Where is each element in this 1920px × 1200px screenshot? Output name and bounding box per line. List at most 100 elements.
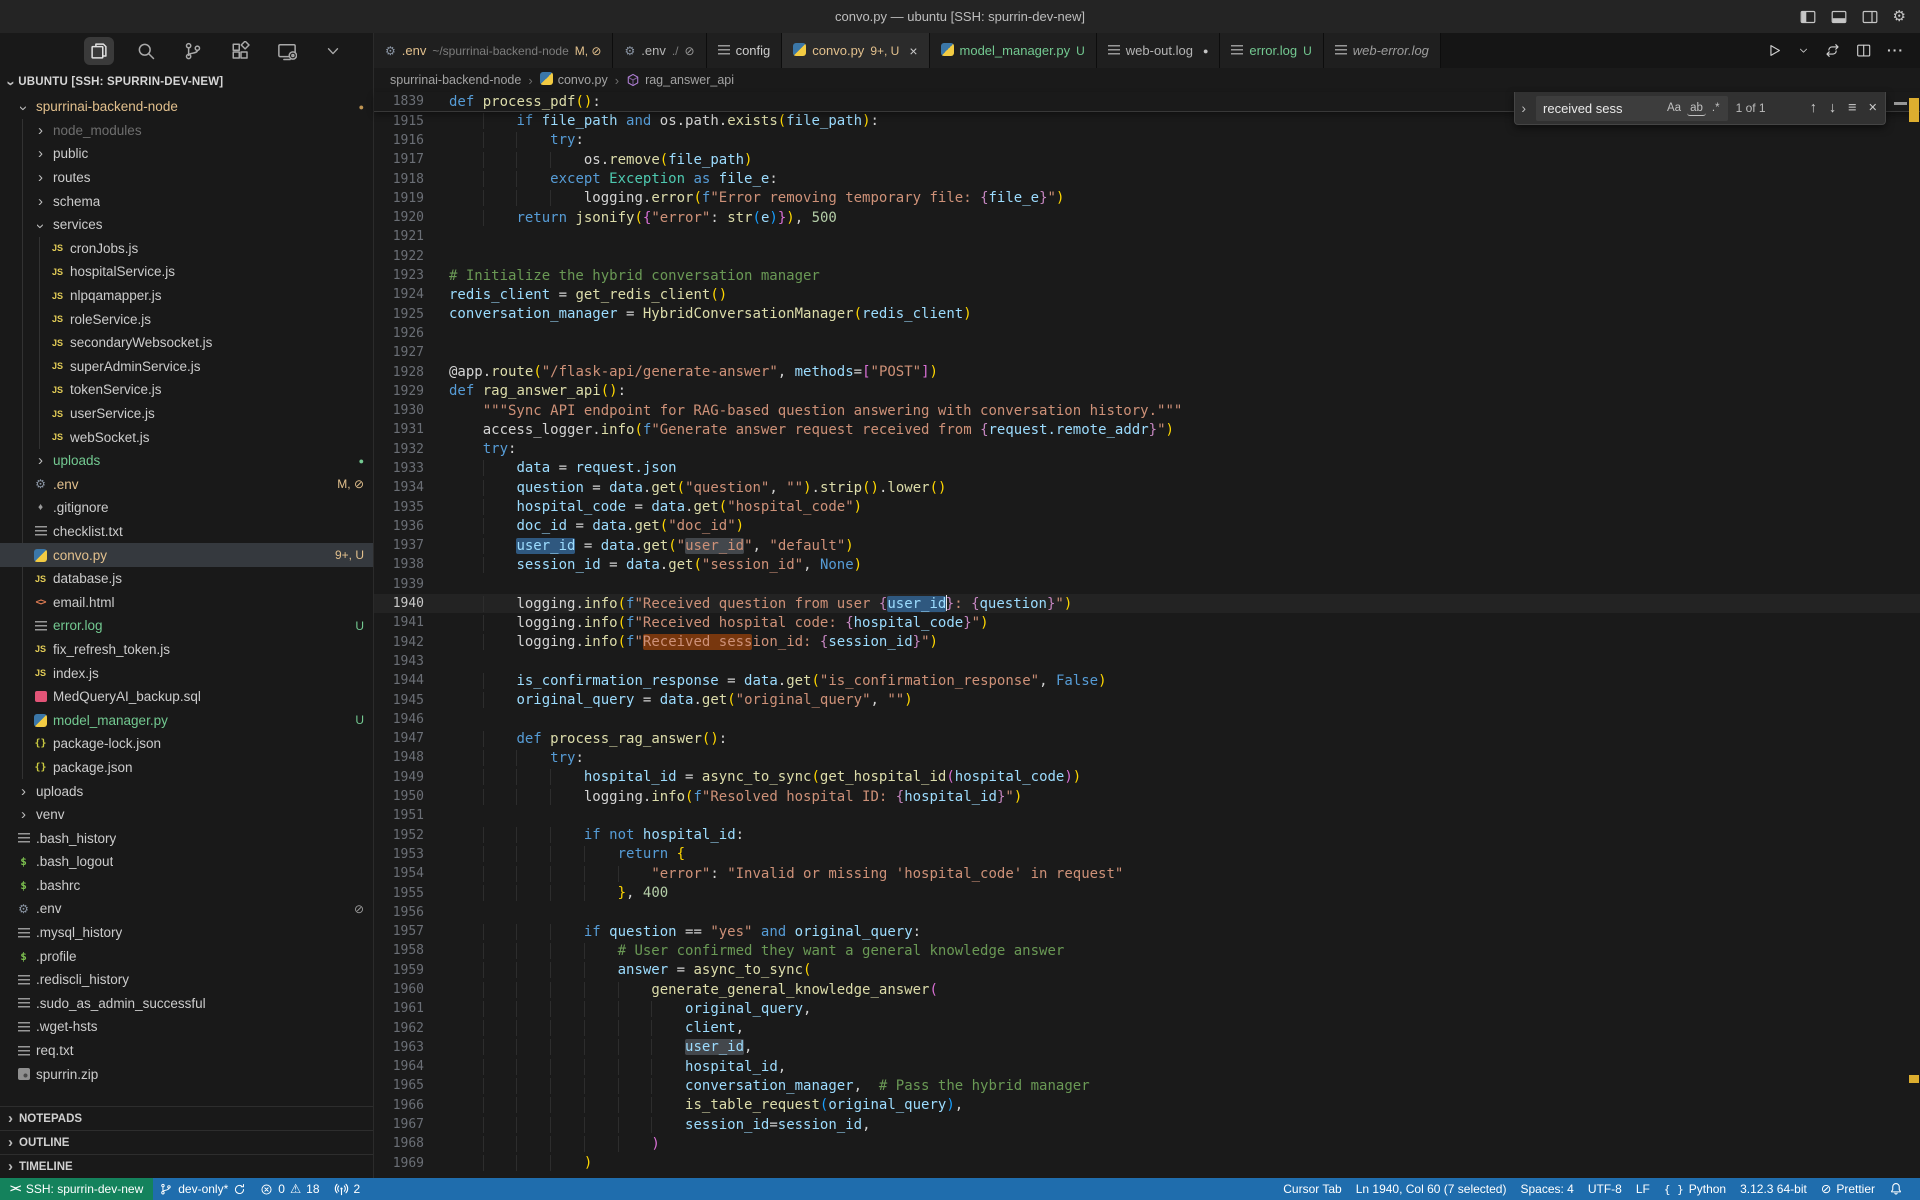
code-line-1964[interactable]: 1964 hospital_id, <box>374 1057 1920 1076</box>
explorer-section-header[interactable]: › UBUNTU [SSH: SPURRIN-DEV-NEW] <box>0 69 373 95</box>
line-number[interactable]: 1922 <box>374 249 424 264</box>
tree-item-spurrin-zip[interactable]: spurrin.zip <box>0 1062 373 1086</box>
line-number[interactable]: 1941 <box>374 615 424 630</box>
breadcrumb-item-convo-py[interactable]: convo.py <box>540 72 608 88</box>
line-number[interactable]: 1961 <box>374 1001 424 1016</box>
code-line-1957[interactable]: 1957 if question == "yes" and original_q… <box>374 922 1920 941</box>
toggle-secondary-sidebar-icon[interactable] <box>1862 9 1878 25</box>
code-line-1947[interactable]: 1947 def process_rag_answer(): <box>374 729 1920 748</box>
line-number[interactable]: 1952 <box>374 828 424 843</box>
tree-item-websocket-js[interactable]: JSwebSocket.js <box>0 425 373 449</box>
code-line-1943[interactable]: 1943 <box>374 652 1920 671</box>
code-line-1932[interactable]: 1932 try: <box>374 440 1920 459</box>
line-number[interactable]: 1940 <box>374 596 424 611</box>
code-line-1966[interactable]: 1966 is_table_request(original_query), <box>374 1096 1920 1115</box>
tree-item-venv[interactable]: ›venv <box>0 803 373 827</box>
additional-views-icon[interactable] <box>319 38 347 64</box>
problems-item[interactable]: 0⚠18 <box>253 1178 326 1200</box>
tree-item-req-txt[interactable]: req.txt <box>0 1039 373 1063</box>
line-number[interactable]: 1942 <box>374 635 424 650</box>
code-line-1950[interactable]: 1950 logging.info(f"Resolved hospital ID… <box>374 787 1920 806</box>
regex-icon[interactable]: .* <box>1709 101 1723 115</box>
code-line-1941[interactable]: 1941 logging.info(f"Received hospital co… <box>374 613 1920 632</box>
code-line-1942[interactable]: 1942 logging.info(f"Received session_id:… <box>374 633 1920 652</box>
code-line-1929[interactable]: 1929def rag_answer_api(): <box>374 382 1920 401</box>
extensions-icon[interactable] <box>225 37 255 65</box>
line-number[interactable]: 1918 <box>374 172 424 187</box>
tree-item-package-json[interactable]: {}package.json <box>0 756 373 780</box>
tree-item-wget-hsts[interactable]: .wget-hsts <box>0 1015 373 1039</box>
code-line-1955[interactable]: 1955 }, 400 <box>374 883 1920 902</box>
line-number[interactable]: 1943 <box>374 654 424 669</box>
line-number[interactable]: 1924 <box>374 287 424 302</box>
code-line-1965[interactable]: 1965 conversation_manager, # Pass the hy… <box>374 1076 1920 1095</box>
tree-item-roleservice-js[interactable]: JSroleService.js <box>0 307 373 331</box>
tree-item-email-html[interactable]: <>email.html <box>0 590 373 614</box>
previous-match-icon[interactable]: ↑ <box>1810 100 1817 116</box>
code-line-1839[interactable]: 1839def process_pdf(): <box>374 92 601 111</box>
code-line-1923[interactable]: 1923# Initialize the hybrid conversation… <box>374 266 1920 285</box>
match-case-icon[interactable]: Aa <box>1664 101 1684 115</box>
tree-item-routes[interactable]: ›routes <box>0 166 373 190</box>
code-line-1961[interactable]: 1961 original_query, <box>374 999 1920 1018</box>
run-dropdown-icon[interactable] <box>1798 45 1809 56</box>
cursor-tab-item[interactable]: Cursor Tab <box>1276 1178 1348 1200</box>
close-tab-icon[interactable]: × <box>909 43 917 59</box>
toggle-primary-sidebar-icon[interactable] <box>1800 9 1816 25</box>
code-line-1916[interactable]: 1916 try: <box>374 131 1920 150</box>
git-branch-item[interactable]: dev-only* <box>153 1178 253 1200</box>
cursor-position-item[interactable]: Ln 1940, Col 60 (7 selected) <box>1349 1178 1514 1200</box>
code-line-1927[interactable]: 1927 <box>374 343 1920 362</box>
tree-item-error-log[interactable]: error.logU <box>0 614 373 638</box>
line-number[interactable]: 1969 <box>374 1156 424 1171</box>
line-number[interactable]: 1935 <box>374 500 424 515</box>
toggle-replace-icon[interactable]: › <box>1519 100 1528 116</box>
tree-item-index-js[interactable]: JSindex.js <box>0 661 373 685</box>
next-match-icon[interactable]: ↓ <box>1829 100 1836 116</box>
tab-env[interactable]: ⚙.env./⊘ <box>613 33 706 68</box>
code-line-1939[interactable]: 1939 <box>374 575 1920 594</box>
code-line-1936[interactable]: 1936 doc_id = data.get("doc_id") <box>374 517 1920 536</box>
line-number[interactable]: 1957 <box>374 924 424 939</box>
tab-config[interactable]: config <box>707 33 783 68</box>
line-number[interactable]: 1962 <box>374 1021 424 1036</box>
tree-item-hospitalservice-js[interactable]: JShospitalService.js <box>0 260 373 284</box>
line-number[interactable]: 1955 <box>374 886 424 901</box>
code-line-1945[interactable]: 1945 original_query = data.get("original… <box>374 690 1920 709</box>
code-line-1952[interactable]: 1952 if not hospital_id: <box>374 825 1920 844</box>
tree-item-bashrc[interactable]: $.bashrc <box>0 874 373 898</box>
tree-item-public[interactable]: ›public <box>0 142 373 166</box>
code-line-1953[interactable]: 1953 return { <box>374 845 1920 864</box>
tree-item-database-js[interactable]: JSdatabase.js <box>0 567 373 591</box>
line-number[interactable]: 1925 <box>374 307 424 322</box>
line-number[interactable]: 1937 <box>374 538 424 553</box>
toggle-panel-icon[interactable] <box>1831 9 1847 25</box>
eol-item[interactable]: LF <box>1629 1178 1657 1200</box>
sidebar-section-outline[interactable]: ›OUTLINE <box>0 1130 373 1154</box>
code-line-1946[interactable]: 1946 <box>374 710 1920 729</box>
line-number[interactable]: 1839 <box>374 94 424 109</box>
breadcrumb-item-spurrinai-backend-node[interactable]: spurrinai-backend-node <box>390 73 521 87</box>
line-number[interactable]: 1946 <box>374 712 424 727</box>
code-line-1917[interactable]: 1917 os.remove(file_path) <box>374 150 1920 169</box>
code-editor[interactable]: 1915 if file_path and os.path.exists(fil… <box>374 112 1920 1179</box>
line-number[interactable]: 1920 <box>374 210 424 225</box>
line-number[interactable]: 1921 <box>374 229 424 244</box>
line-number[interactable]: 1965 <box>374 1078 424 1093</box>
line-number[interactable]: 1932 <box>374 442 424 457</box>
find-input[interactable] <box>1541 100 1661 117</box>
line-number[interactable]: 1968 <box>374 1136 424 1151</box>
line-number[interactable]: 1938 <box>374 557 424 572</box>
tab-env[interactable]: ⚙.env~/spurrinai-backend-nodeM, ⊘ <box>374 33 613 68</box>
remote-indicator[interactable]: ><SSH: spurrin-dev-new <box>0 1178 153 1200</box>
line-number[interactable]: 1947 <box>374 731 424 746</box>
line-number[interactable]: 1933 <box>374 461 424 476</box>
tree-item-bash-logout[interactable]: $.bash_logout <box>0 850 373 874</box>
tree-item-userservice-js[interactable]: JSuserService.js <box>0 402 373 426</box>
code-line-1956[interactable]: 1956 <box>374 903 1920 922</box>
line-number[interactable]: 1951 <box>374 808 424 823</box>
tree-item-nlpqamapper-js[interactable]: JSnlpqamapper.js <box>0 284 373 308</box>
code-line-1934[interactable]: 1934 question = data.get("question", "")… <box>374 478 1920 497</box>
code-line-1920[interactable]: 1920 return jsonify({"error": str(e)}), … <box>374 208 1920 227</box>
code-line-1930[interactable]: 1930 """Sync API endpoint for RAG-based … <box>374 401 1920 420</box>
